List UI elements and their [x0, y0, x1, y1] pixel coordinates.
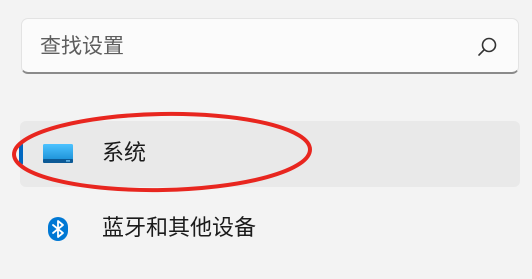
- sidebar-item-label: 蓝牙和其他设备: [102, 216, 257, 241]
- display-icon: [43, 144, 73, 163]
- search-input[interactable]: [40, 19, 460, 72]
- sidebar-item-label: 系统: [102, 141, 147, 166]
- search-box[interactable]: [21, 18, 519, 74]
- sidebar-item-system[interactable]: 系统: [19, 121, 520, 187]
- selection-indicator: [19, 143, 23, 165]
- bluetooth-icon: [48, 217, 68, 241]
- sidebar-item-bluetooth[interactable]: 蓝牙和其他设备: [20, 196, 520, 262]
- search-icon[interactable]: [476, 36, 498, 58]
